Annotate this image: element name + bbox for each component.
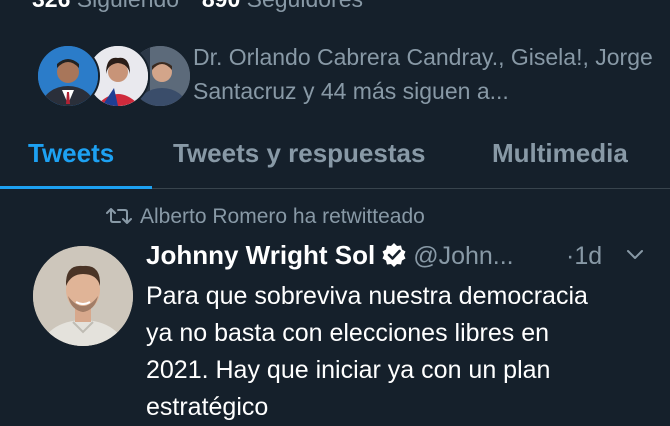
tweet-time[interactable]: ·1d (566, 242, 602, 271)
retweet-context[interactable]: Alberto Romero ha retwitteado (106, 205, 425, 233)
following-label[interactable]: Siguiendo (77, 0, 179, 12)
author-handle[interactable]: @John... (413, 242, 513, 270)
tab-tweets-replies[interactable]: Tweets y respuestas (173, 138, 425, 169)
tweet-header: Johnny Wright Sol @John... ·1d (146, 240, 656, 274)
retweet-label: Alberto Romero ha retwitteado (140, 205, 425, 228)
retweet-icon (106, 208, 132, 224)
active-tab-indicator (0, 186, 152, 189)
profile-stats: 326 Siguiendo 890 Seguidores (32, 0, 363, 12)
followers-count[interactable]: 890 (202, 0, 240, 12)
chevron-down-icon[interactable] (626, 248, 644, 262)
follower-avatars (36, 44, 192, 108)
following-count[interactable]: 326 (32, 0, 70, 12)
followed-by-row[interactable]: Dr. Orlando Cabrera Candray., Gisela!, J… (0, 38, 670, 114)
tweet-text: Para que sobreviva nuestra democracia ya… (146, 282, 588, 421)
tab-media[interactable]: Multimedia (492, 138, 628, 169)
followed-by-text: Dr. Orlando Cabrera Candray., Gisela!, J… (193, 44, 653, 104)
avatar[interactable] (33, 246, 133, 346)
avatar (36, 44, 100, 108)
tab-tweets[interactable]: Tweets (28, 138, 114, 169)
profile-tabs: Tweets Tweets y respuestas Multimedia (0, 130, 670, 189)
author-name[interactable]: Johnny Wright Sol (146, 240, 375, 270)
followers-label[interactable]: Seguidores (247, 0, 363, 12)
verified-badge-icon (382, 243, 406, 267)
